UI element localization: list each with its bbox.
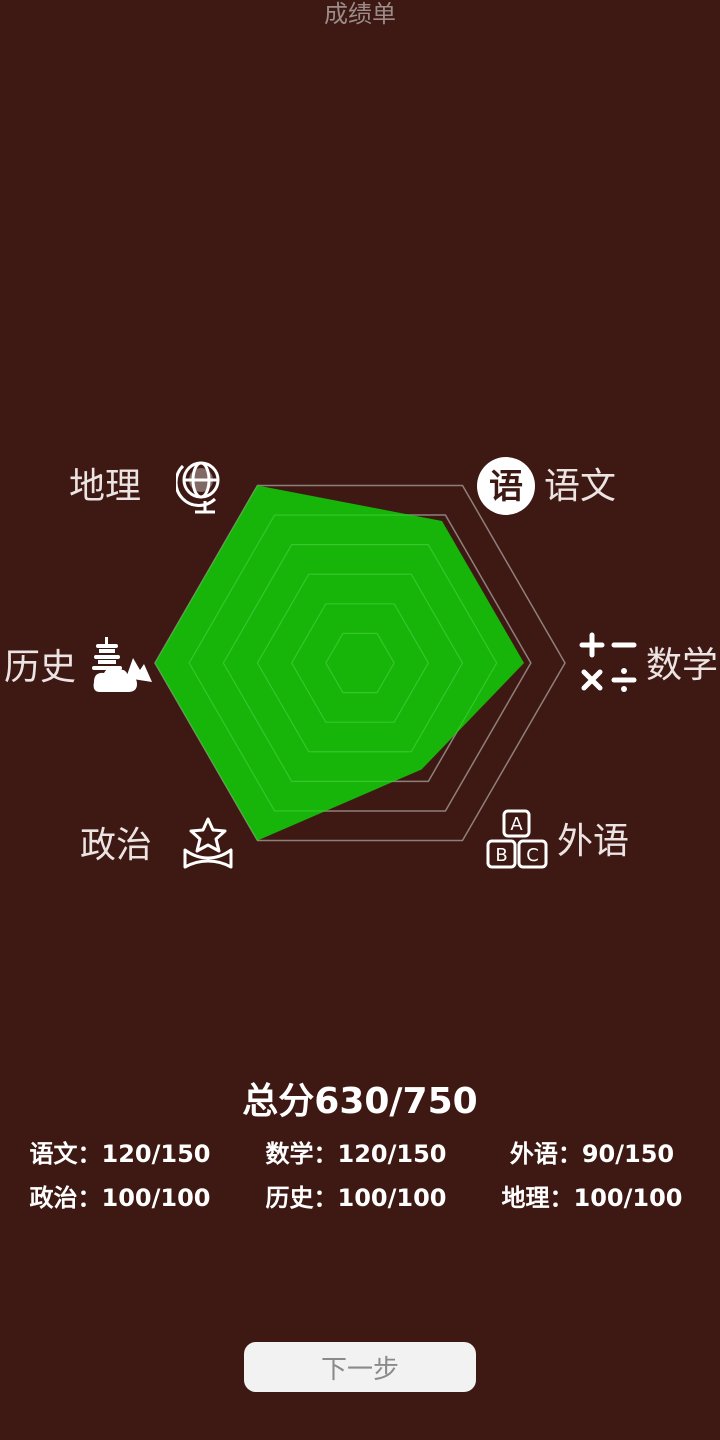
- axis-label-politics: 政治: [80, 825, 153, 866]
- axis-label-foreign-language: 外语: [557, 821, 630, 862]
- axis-label-chinese: 语文: [544, 466, 617, 507]
- chinese-char-icon: 语: [477, 457, 535, 515]
- pagoda-icon: [92, 637, 152, 692]
- axis-label-history: 历史: [4, 647, 77, 688]
- axis-label-math: 数学: [646, 645, 719, 686]
- svg-text:语: 语: [489, 467, 523, 507]
- report-card-screen: 成绩单 语文 数学 外语 政治 历史 地理 语 A B C 总分630/750 …: [0, 0, 720, 1440]
- next-step-button[interactable]: 下一步: [244, 1342, 476, 1392]
- score-history: 历史：100/100: [265, 1184, 447, 1212]
- svg-text:A: A: [510, 814, 523, 835]
- score-geography: 地理：100/100: [501, 1184, 683, 1212]
- score-math: 数学：120/150: [265, 1140, 447, 1168]
- globe-icon: [176, 461, 220, 514]
- radar-chart: [154, 484, 566, 842]
- score-politics: 政治：100/100: [29, 1184, 211, 1212]
- score-polygon: [155, 485, 524, 841]
- axis-label-geography: 地理: [69, 466, 142, 507]
- score-foreign-language: 外语：90/150: [509, 1140, 675, 1168]
- star-book-icon: [183, 817, 233, 869]
- abc-blocks-icon: A B C: [486, 809, 548, 869]
- svg-text:B: B: [495, 845, 507, 866]
- total-score: 总分630/750: [242, 1081, 478, 1122]
- math-operators-icon: [579, 632, 637, 692]
- svg-text:C: C: [526, 845, 539, 866]
- score-chinese: 语文：120/150: [29, 1140, 211, 1168]
